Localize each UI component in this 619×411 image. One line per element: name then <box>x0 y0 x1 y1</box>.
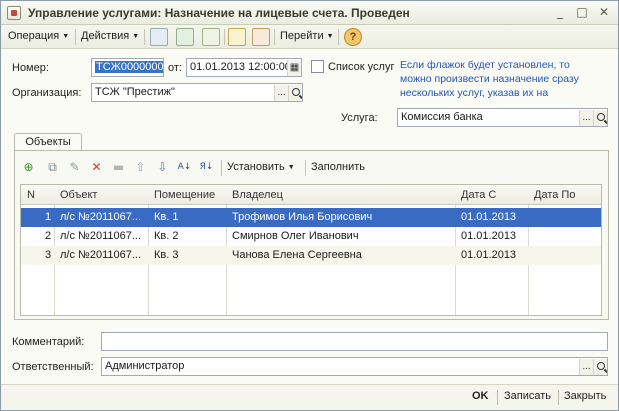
objects-panel: ⊕ ⧉ ✎ ✕ ▬ ⇧ ⇩ A↓ Я↓ Установить ▼ Заполнит… <box>14 150 609 320</box>
save-button[interactable]: Записать <box>504 390 551 402</box>
services-list-hint: Если флажок будет установлен, то можно п… <box>400 59 579 99</box>
move-icon[interactable] <box>150 28 168 46</box>
search-icon <box>596 362 605 370</box>
search-icon <box>596 113 605 121</box>
maximize-icon[interactable]: □ <box>574 4 590 20</box>
cell-owner: Трофимов Илья Борисович <box>232 211 373 223</box>
move-down-icon[interactable]: ⇩ <box>155 160 170 175</box>
service-label: Услуга: <box>341 112 378 124</box>
date-label: от: <box>168 62 182 74</box>
calendar-icon[interactable]: ▦ <box>287 60 301 76</box>
table-header: N Объект Помещение Владелец Дата С Дата … <box>21 185 601 205</box>
grid-toolbar: ⊕ ⧉ ✎ ✕ ▬ ⇧ ⇩ A↓ Я↓ Установить ▼ Заполнит… <box>19 157 604 179</box>
edit-row-icon[interactable]: ✎ <box>67 160 82 175</box>
end-edit-icon[interactable]: ▬ <box>111 160 126 175</box>
organization-select-button[interactable]: ... <box>274 85 288 101</box>
organization-field[interactable]: ТСЖ "Престиж" ... <box>91 83 303 102</box>
column-object[interactable]: Объект <box>60 189 97 201</box>
cell-n: 2 <box>45 230 52 242</box>
document-icon <box>7 6 21 20</box>
cell-n: 1 <box>45 211 52 223</box>
date-field[interactable]: 01.01.2013 12:00:00 ▦ <box>186 58 302 77</box>
cell-room: Кв. 2 <box>154 230 179 242</box>
unpost-document-icon[interactable] <box>252 28 270 46</box>
objects-table: N Объект Помещение Владелец Дата С Дата … <box>20 184 602 316</box>
ok-button[interactable]: OK <box>472 390 489 402</box>
move-up-icon[interactable]: ⇧ <box>133 160 148 175</box>
close-icon[interactable]: ✕ <box>596 4 612 20</box>
document-window: Управление услугами: Назначение на лицев… <box>0 0 619 411</box>
responsible-open-button[interactable] <box>593 359 607 375</box>
responsible-label: Ответственный: <box>12 361 94 373</box>
operation-menu[interactable]: Операция ▼ <box>8 30 69 42</box>
copy-row-icon[interactable]: ⧉ <box>45 160 60 175</box>
search-icon <box>291 88 300 96</box>
add-document-icon[interactable] <box>202 28 220 46</box>
organization-open-button[interactable] <box>288 85 302 101</box>
minimize-icon[interactable]: _ <box>552 4 568 20</box>
cell-owner: Чанова Елена Сергеевна <box>232 249 362 261</box>
footer-bar: OK Записать Закрыть <box>1 384 618 410</box>
cell-date-from: 01.01.2013 <box>461 211 517 223</box>
tab-objects[interactable]: Объекты <box>14 133 82 151</box>
cell-date-from: 01.01.2013 <box>461 230 517 242</box>
table-row[interactable]: 2 л/с №2011067... Кв. 2 Смирнов Олег Ива… <box>21 227 601 246</box>
number-label: Номер: <box>12 62 49 74</box>
post-document-icon[interactable] <box>228 28 246 46</box>
column-owner[interactable]: Владелец <box>232 189 283 201</box>
window-title: Управление услугами: Назначение на лицев… <box>28 6 410 20</box>
cell-room: Кв. 3 <box>154 249 179 261</box>
sort-asc-icon[interactable]: A↓ <box>177 160 192 175</box>
service-select-button[interactable]: ... <box>579 110 593 126</box>
cell-room: Кв. 1 <box>154 211 179 223</box>
cell-owner: Смирнов Олег Иванович <box>232 230 359 242</box>
actions-menu[interactable]: Действия ▼ <box>81 30 139 42</box>
column-date-to[interactable]: Дата По <box>534 189 575 201</box>
delete-row-icon[interactable]: ✕ <box>89 160 104 175</box>
comment-field[interactable] <box>101 332 608 351</box>
responsible-field[interactable]: Администратор ... <box>101 357 608 376</box>
column-room[interactable]: Помещение <box>154 189 215 201</box>
refresh-icon[interactable] <box>176 28 194 46</box>
set-menu[interactable]: Установить ▼ <box>227 161 295 173</box>
number-field[interactable]: ТСЖ00000000 <box>91 58 164 77</box>
add-row-icon[interactable]: ⊕ <box>21 160 36 175</box>
table-row[interactable]: 1 л/с №2011067... Кв. 1 Трофимов Илья Бо… <box>21 208 601 227</box>
column-date-from[interactable]: Дата С <box>461 189 496 201</box>
close-button[interactable]: Закрыть <box>564 390 606 402</box>
responsible-select-button[interactable]: ... <box>579 359 593 375</box>
comment-label: Комментарий: <box>12 336 85 348</box>
title-bar: Управление услугами: Назначение на лицев… <box>1 1 618 25</box>
service-open-button[interactable] <box>593 110 607 126</box>
services-list-label: Список услуг <box>328 61 395 73</box>
cell-date-from: 01.01.2013 <box>461 249 517 261</box>
fill-button[interactable]: Заполнить <box>311 161 365 173</box>
cell-n: 3 <box>45 249 52 261</box>
table-row[interactable]: 3 л/с №2011067... Кв. 3 Чанова Елена Сер… <box>21 246 601 265</box>
cell-object: л/с №2011067... <box>60 249 142 261</box>
sort-desc-icon[interactable]: Я↓ <box>199 160 214 175</box>
organization-label: Организация: <box>12 87 82 99</box>
goto-menu[interactable]: Перейти ▼ <box>280 30 334 42</box>
help-icon[interactable]: ? <box>344 28 362 46</box>
main-toolbar: Операция ▼ Действия ▼ Перейти ▼ ? <box>1 25 618 49</box>
services-list-checkbox[interactable] <box>311 60 324 73</box>
cell-object: л/с №2011067... <box>60 230 142 242</box>
service-field[interactable]: Комиссия банка ... <box>397 108 608 127</box>
column-n[interactable]: N <box>27 189 35 201</box>
cell-object: л/с №2011067... <box>60 211 142 223</box>
